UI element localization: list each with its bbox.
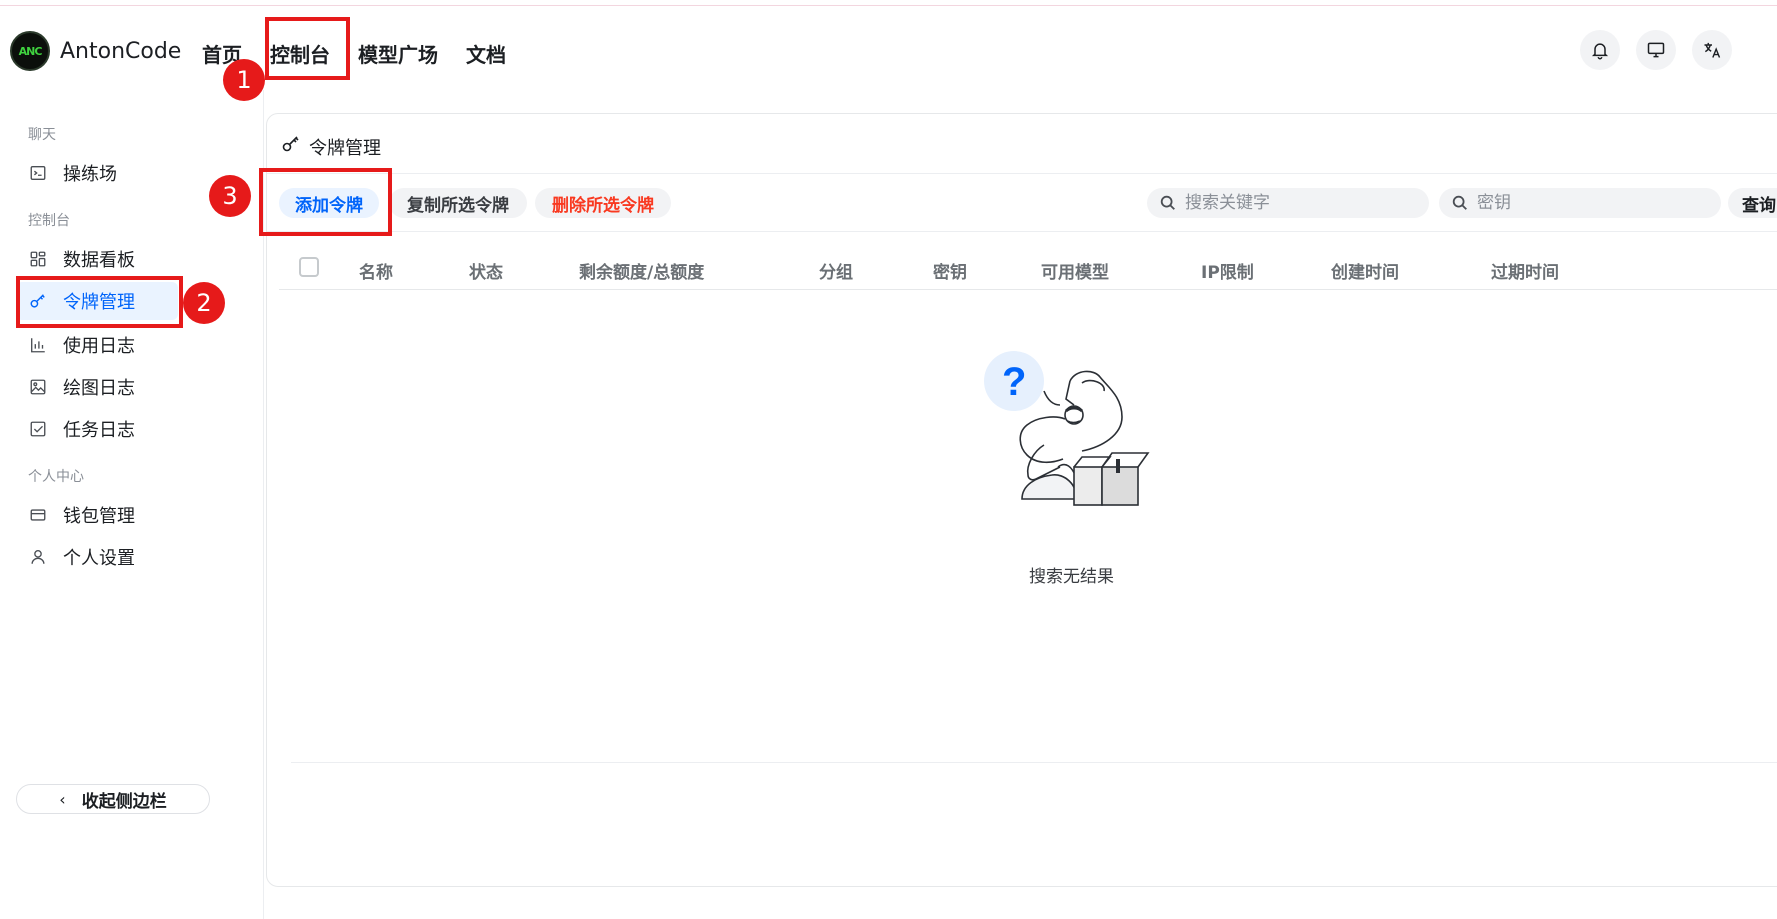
annotation-badge-2: 2 bbox=[183, 282, 225, 324]
search-icon bbox=[1160, 195, 1175, 210]
wallet-icon bbox=[29, 506, 47, 524]
svg-text:?: ? bbox=[1002, 360, 1026, 404]
sidebar-group-console: 控制台 bbox=[28, 213, 70, 229]
sidebar-item-label: 任务日志 bbox=[63, 420, 135, 441]
divider bbox=[291, 762, 1777, 763]
delete-selected-tokens-button[interactable]: 删除所选令牌 bbox=[535, 188, 671, 218]
key-search-input[interactable] bbox=[1477, 193, 1677, 213]
dashboard-icon bbox=[29, 250, 47, 268]
column-header[interactable]: 可用模型 bbox=[1041, 258, 1109, 283]
column-header[interactable]: 创建时间 bbox=[1331, 258, 1399, 283]
theme-button[interactable] bbox=[1636, 30, 1676, 70]
token-management-card: 令牌管理 添加令牌 复制所选令牌 删除所选令牌 查询 名称 状态 剩余额度/总额… bbox=[266, 113, 1777, 887]
column-header[interactable]: 名称 bbox=[359, 258, 393, 283]
sidebar-item-label: 数据看板 bbox=[63, 250, 135, 271]
sidebar-item-playground[interactable]: 操练场 bbox=[16, 154, 178, 192]
column-header[interactable]: 过期时间 bbox=[1491, 258, 1559, 283]
nav-docs[interactable]: 文档 bbox=[466, 39, 506, 68]
sidebar-group-personal: 个人中心 bbox=[28, 469, 84, 485]
sidebar-item-label: 钱包管理 bbox=[63, 506, 135, 527]
sidebar-group-chat: 聊天 bbox=[28, 127, 56, 143]
keyword-search-input[interactable] bbox=[1185, 193, 1385, 213]
table-header: 名称 状态 剩余额度/总额度 分组 密钥 可用模型 IP限制 创建时间 过期时间 bbox=[279, 248, 1777, 290]
sidebar-item-drawing-log[interactable]: 绘图日志 bbox=[16, 368, 178, 406]
nav-model-square[interactable]: 模型广场 bbox=[358, 39, 438, 68]
sidebar-item-settings[interactable]: 个人设置 bbox=[16, 538, 178, 576]
translate-icon bbox=[1704, 42, 1721, 58]
collapse-sidebar-label: 收起侧边栏 bbox=[81, 791, 167, 812]
page-title: 令牌管理 bbox=[309, 138, 381, 159]
user-icon bbox=[29, 548, 47, 566]
toolbar: 添加令牌 复制所选令牌 删除所选令牌 查询 bbox=[267, 174, 1777, 232]
column-header[interactable]: 状态 bbox=[469, 258, 503, 283]
sidebar-item-task-log[interactable]: 任务日志 bbox=[16, 410, 178, 448]
keyword-search[interactable] bbox=[1147, 188, 1429, 218]
annotation-box-1 bbox=[265, 17, 350, 80]
language-button[interactable] bbox=[1692, 30, 1732, 70]
sidebar-item-label: 绘图日志 bbox=[63, 378, 135, 399]
sidebar-item-wallet[interactable]: 钱包管理 bbox=[16, 496, 178, 534]
search-icon bbox=[1452, 195, 1467, 210]
sidebar-item-usage-log[interactable]: 使用日志 bbox=[16, 326, 178, 364]
monitor-icon bbox=[1647, 42, 1665, 58]
chevron-left-icon: ‹ bbox=[59, 789, 66, 809]
empty-illustration: ? bbox=[984, 351, 1150, 506]
column-header[interactable]: 密钥 bbox=[933, 258, 967, 283]
column-header[interactable]: 分组 bbox=[819, 258, 853, 283]
empty-state: ? 搜索无结果 bbox=[267, 304, 1777, 763]
bell-icon bbox=[1591, 43, 1609, 60]
checkbox-icon bbox=[29, 420, 47, 438]
sidebar-item-label: 操练场 bbox=[63, 164, 117, 185]
sidebar-item-label: 使用日志 bbox=[63, 336, 135, 357]
column-header[interactable]: IP限制 bbox=[1201, 258, 1254, 283]
image-icon bbox=[29, 378, 47, 396]
app-name[interactable]: AntonCode bbox=[60, 39, 181, 64]
key-icon bbox=[282, 136, 299, 152]
select-all-checkbox[interactable] bbox=[299, 257, 319, 277]
annotation-badge-1: 1 bbox=[223, 59, 265, 101]
collapse-sidebar-button[interactable]: ‹ 收起侧边栏 bbox=[16, 784, 210, 814]
column-header[interactable]: 剩余额度/总额度 bbox=[579, 258, 704, 283]
query-button[interactable]: 查询 bbox=[1728, 188, 1777, 218]
terminal-icon bbox=[29, 164, 47, 182]
notification-button[interactable] bbox=[1580, 30, 1620, 70]
sidebar-item-label: 个人设置 bbox=[63, 548, 135, 569]
annotation-badge-3: 3 bbox=[209, 175, 251, 217]
key-search[interactable] bbox=[1439, 188, 1721, 218]
annotation-box-3 bbox=[259, 168, 392, 236]
sidebar-item-dashboard[interactable]: 数据看板 bbox=[16, 240, 178, 278]
empty-state-text: 搜索无结果 bbox=[1029, 567, 1114, 587]
app-logo[interactable]: ANC bbox=[10, 31, 50, 71]
card-header: 令牌管理 bbox=[267, 114, 1777, 174]
bar-chart-icon bbox=[29, 336, 47, 354]
copy-selected-tokens-button[interactable]: 复制所选令牌 bbox=[389, 188, 527, 218]
annotation-box-2 bbox=[16, 276, 183, 328]
